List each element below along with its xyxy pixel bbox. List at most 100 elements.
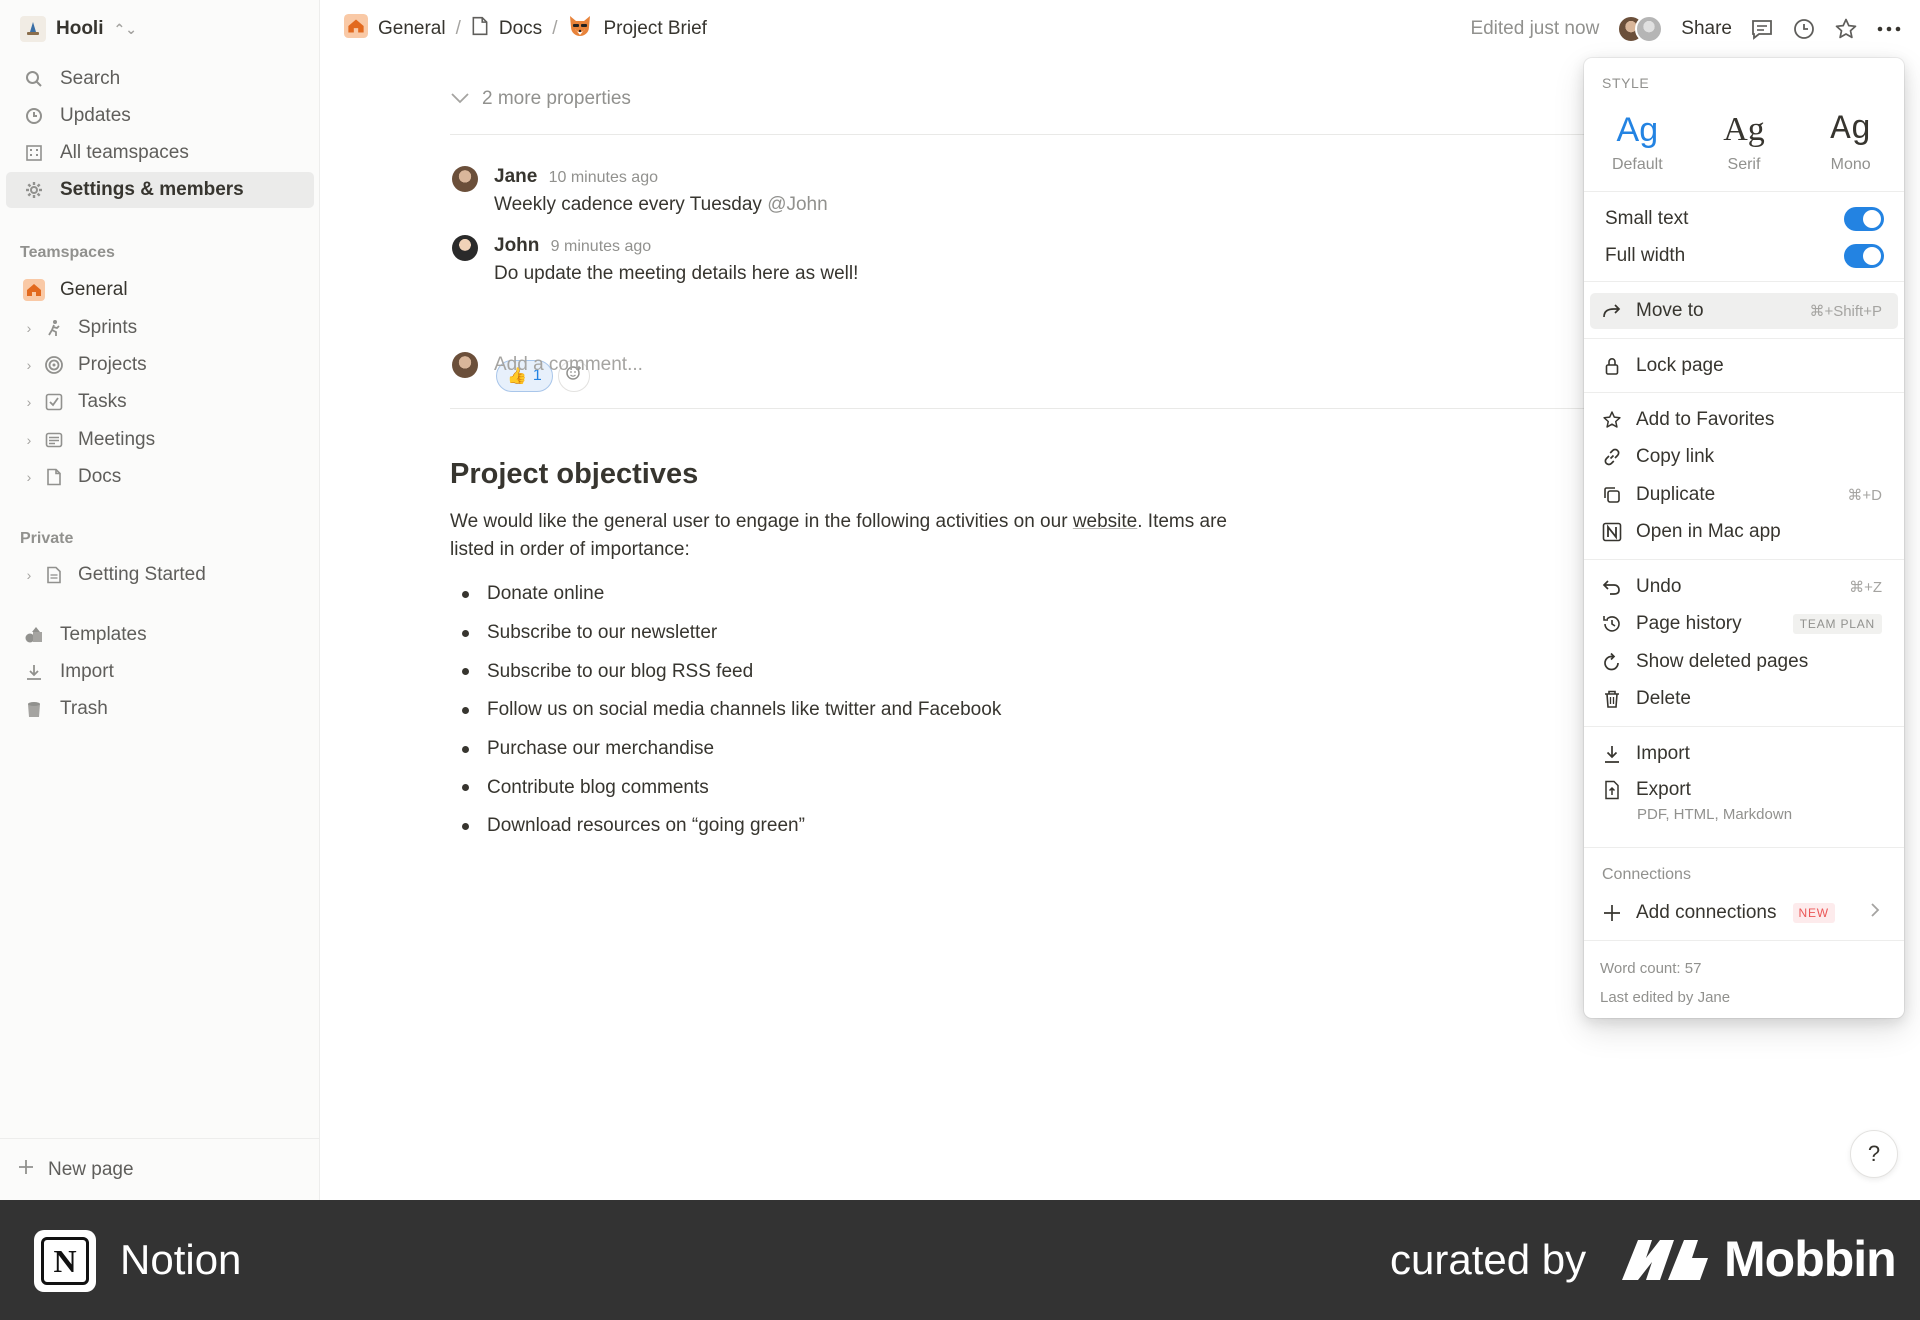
avatar (452, 352, 478, 378)
sidebar-item-docs[interactable]: › Docs (6, 459, 314, 495)
font-style-serif[interactable]: Ag Serif (1699, 108, 1789, 174)
menu-separator (1584, 392, 1904, 393)
menu-item-export[interactable]: Export (1590, 772, 1898, 808)
shortcut-hint: ⌘+Z (1849, 579, 1882, 596)
menu-item-undo[interactable]: Undo ⌘+Z (1590, 569, 1898, 605)
menu-item-label: Copy link (1636, 446, 1715, 467)
breadcrumb-item-general[interactable]: General (344, 14, 446, 44)
list-item: Subscribe to our blog RSS feed (450, 652, 1001, 691)
menu-item-delete[interactable]: Delete (1590, 681, 1898, 717)
menu-item-label: Export (1636, 779, 1691, 800)
chevron-right-icon[interactable]: › (22, 394, 36, 410)
menu-separator (1584, 940, 1904, 941)
sidebar-item-trash[interactable]: Trash (6, 691, 314, 727)
more-icon[interactable] (1876, 17, 1902, 41)
shapes-icon (22, 626, 46, 644)
sidebar-item-settings[interactable]: Settings & members (6, 172, 314, 208)
menu-item-open-in-mac-app[interactable]: Open in Mac app (1590, 514, 1898, 550)
share-button[interactable]: Share (1681, 18, 1732, 40)
add-comment-input[interactable]: Add a comment... (452, 352, 643, 378)
duplicate-icon (1600, 485, 1624, 505)
sidebar-item-all-teamspaces[interactable]: All teamspaces (6, 135, 314, 171)
mention[interactable]: @John (767, 194, 828, 215)
more-properties-label: 2 more properties (482, 88, 631, 109)
font-style-default[interactable]: Ag Default (1592, 108, 1682, 174)
list-item: Download resources on “going green” (450, 807, 1001, 846)
sidebar-item-label: Docs (78, 466, 122, 487)
font-sample: Ag (1830, 111, 1872, 149)
collaborator-avatars[interactable] (1617, 15, 1664, 43)
small-text-toggle-row[interactable]: Small text (1584, 200, 1904, 237)
chevron-right-icon[interactable]: › (22, 320, 36, 336)
plus-icon (1600, 903, 1624, 923)
full-width-switch[interactable] (1844, 243, 1884, 268)
last-edited: Last edited by Jane (1600, 989, 1731, 1006)
comment-text: Weekly cadence every Tuesday (494, 194, 768, 215)
menu-item-show-deleted-pages[interactable]: Show deleted pages (1590, 644, 1898, 680)
sidebar-item-sprints[interactable]: › Sprints (6, 310, 314, 346)
menu-item-label: Move to (1636, 300, 1704, 321)
trash-icon (1600, 689, 1624, 709)
list-item: Donate online (450, 575, 1001, 614)
sidebar-item-updates[interactable]: Updates (6, 98, 314, 134)
checkbox-icon (42, 393, 66, 411)
app-name: Notion (120, 1236, 242, 1283)
topbar: General / Docs / Project Brief Edited ju… (320, 0, 1920, 58)
sidebar-item-import[interactable]: Import (6, 654, 314, 690)
breadcrumb-item-project-brief[interactable]: Project Brief (567, 14, 707, 44)
sidebar-item-meetings[interactable]: › Meetings (6, 422, 314, 458)
sidebar-item-label: Import (60, 661, 114, 682)
sidebar-item-search[interactable]: Search (6, 61, 314, 97)
font-style-mono[interactable]: Ag Mono (1806, 108, 1896, 174)
star-icon[interactable] (1834, 17, 1858, 41)
sidebar-item-getting-started[interactable]: › Getting Started (6, 557, 314, 593)
menu-item-move-to[interactable]: Move to ⌘+Shift+P (1590, 293, 1898, 329)
sidebar-item-projects[interactable]: › Projects (6, 347, 314, 383)
menu-item-import[interactable]: Import (1590, 736, 1898, 772)
sidebar: Hooli ⌃⌄ Search Updates All teamspaces S… (0, 0, 320, 1200)
menu-item-label: Page history (1636, 613, 1742, 634)
sidebar-item-label: Settings & members (60, 179, 244, 200)
private-label: Private (20, 530, 74, 547)
new-page-button[interactable]: New page (0, 1138, 320, 1200)
lock-icon (1600, 357, 1624, 375)
shortcut-hint: ⌘+D (1847, 487, 1882, 504)
sidebar-item-label: General (60, 279, 128, 300)
more-properties-toggle[interactable]: 2 more properties (450, 88, 631, 110)
chevron-right-icon[interactable]: › (22, 432, 36, 448)
sidebar-item-general[interactable]: General (6, 272, 314, 308)
chevron-right-icon[interactable]: › (22, 357, 36, 373)
curated-by-label: curated by (1390, 1236, 1587, 1283)
list-item: Purchase our merchandise (450, 730, 1001, 769)
target-icon (42, 355, 66, 375)
toggle-label: Small text (1605, 207, 1689, 229)
chevron-right-icon[interactable]: › (22, 469, 36, 485)
breadcrumb-item-docs[interactable]: Docs (471, 16, 542, 42)
website-link[interactable]: website (1073, 511, 1137, 532)
comment-time: 10 minutes ago (548, 169, 658, 186)
sidebar-item-templates[interactable]: Templates (6, 617, 314, 653)
workspace-switcher[interactable]: Hooli ⌃⌄ (20, 14, 137, 44)
menu-separator (1584, 847, 1904, 848)
sidebar-item-label: Templates (60, 624, 147, 645)
menu-item-duplicate[interactable]: Duplicate ⌘+D (1590, 477, 1898, 513)
chevron-updown-icon: ⌃⌄ (113, 20, 137, 37)
small-text-switch[interactable] (1844, 206, 1884, 231)
full-width-toggle-row[interactable]: Full width (1584, 237, 1904, 274)
clock-icon[interactable] (1792, 17, 1816, 41)
menu-item-lock-page[interactable]: Lock page (1590, 348, 1898, 384)
help-button[interactable]: ? (1850, 1130, 1898, 1178)
chevron-right-icon (1870, 902, 1880, 924)
list-item: Follow us on social media channels like … (450, 691, 1001, 730)
menu-separator (1584, 281, 1904, 282)
sidebar-item-tasks[interactable]: › Tasks (6, 384, 314, 420)
menu-item-add-to-favorites[interactable]: Add to Favorites (1590, 402, 1898, 438)
fox-emoji-icon (567, 14, 593, 44)
comments-icon[interactable] (1750, 17, 1774, 41)
menu-item-page-history[interactable]: Page history TEAM PLAN (1590, 606, 1898, 642)
sidebar-item-label: Meetings (78, 429, 156, 450)
chevron-right-icon[interactable]: › (22, 567, 36, 583)
menu-item-copy-link[interactable]: Copy link (1590, 439, 1898, 475)
menu-item-label: Show deleted pages (1636, 651, 1809, 672)
menu-item-add-connections[interactable]: Add connections NEW (1590, 895, 1898, 931)
